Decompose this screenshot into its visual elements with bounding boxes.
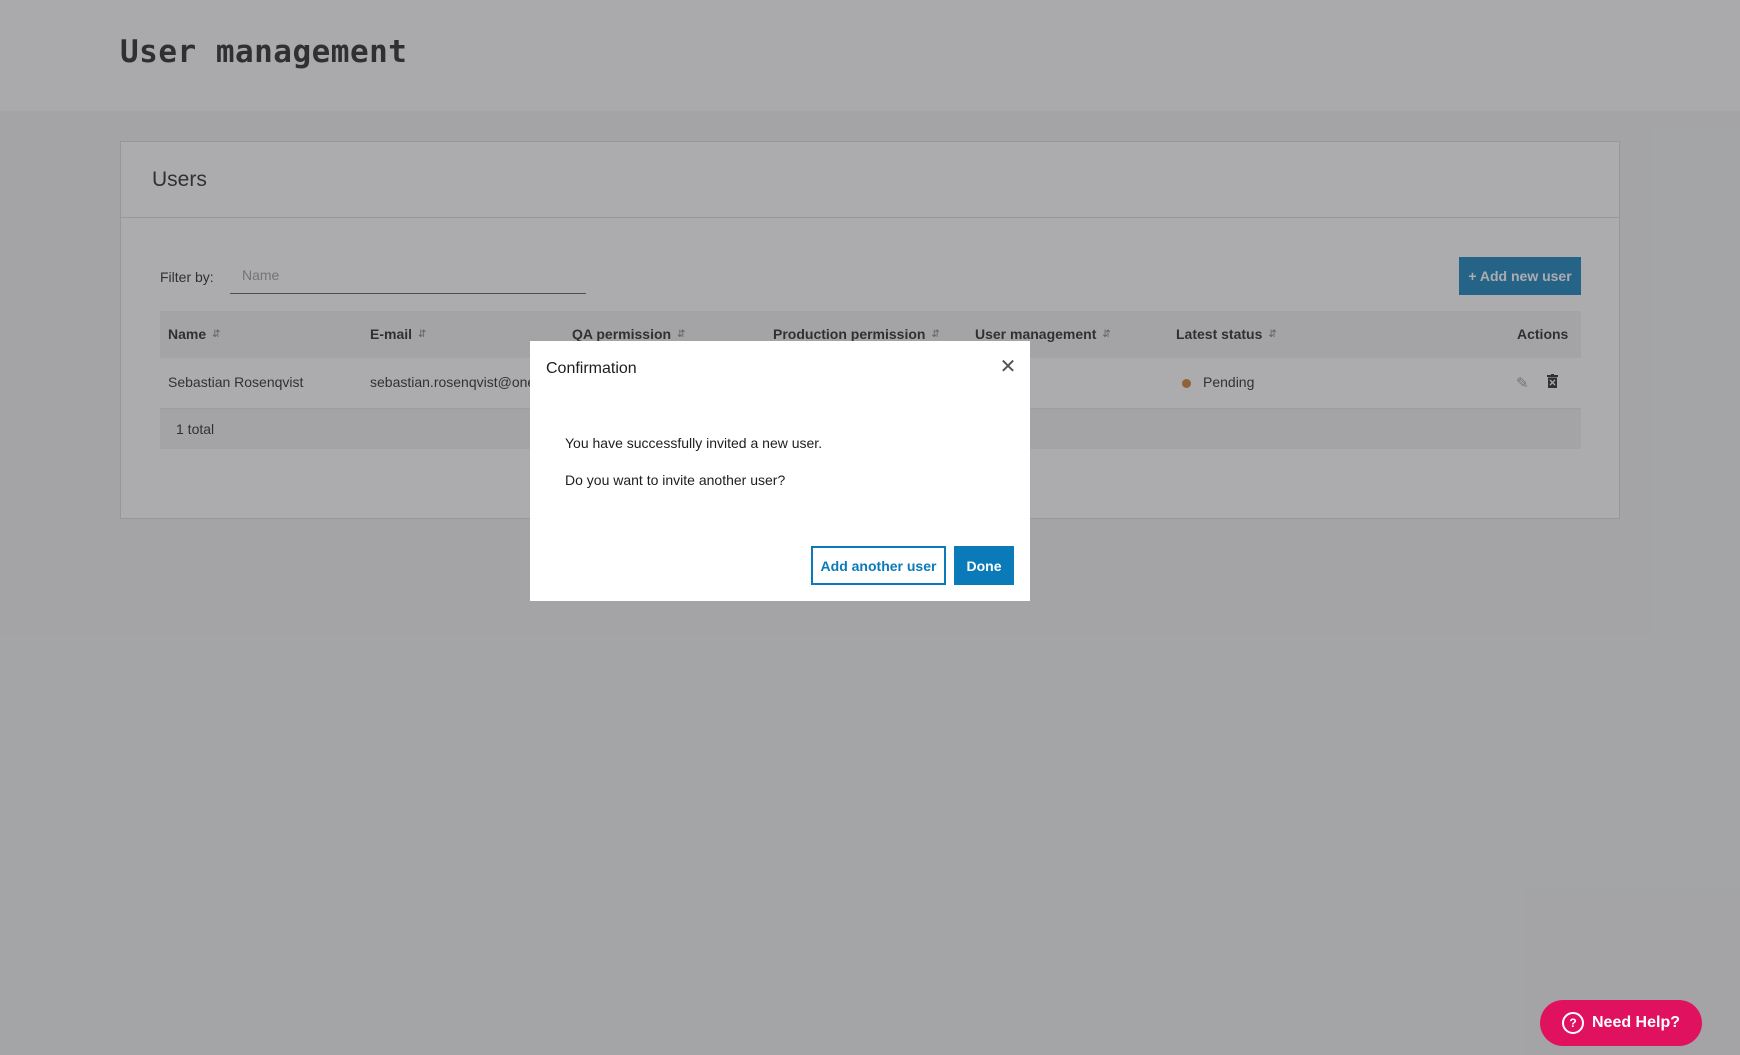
done-button[interactable]: Done bbox=[954, 546, 1014, 585]
question-circle-icon: ? bbox=[1561, 1012, 1584, 1034]
dialog-title: Confirmation bbox=[546, 360, 637, 377]
close-icon[interactable]: ✕ bbox=[998, 357, 1018, 377]
confirmation-dialog: Confirmation ✕ You have successfully inv… bbox=[530, 341, 1030, 601]
success-message: You have successfully invited a new user… bbox=[565, 435, 823, 451]
invite-question: Do you want to invite another user? bbox=[565, 472, 786, 488]
need-help-button[interactable]: ? Need Help? bbox=[1540, 1000, 1702, 1046]
add-another-user-button[interactable]: Add another user bbox=[811, 546, 946, 585]
need-help-label: Need Help? bbox=[1591, 1014, 1680, 1031]
